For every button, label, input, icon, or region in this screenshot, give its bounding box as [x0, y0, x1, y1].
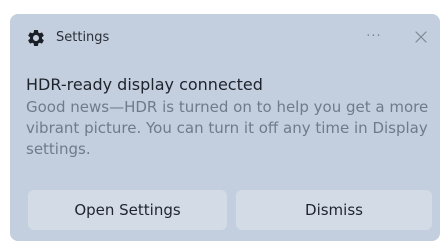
notification-toast: Settings ··· HDR-ready display connected…: [10, 14, 440, 241]
app-name: Settings: [56, 30, 110, 45]
dismiss-button[interactable]: Dismiss: [236, 190, 432, 230]
notification-headline: HDR-ready display connected: [26, 75, 263, 94]
notification-body: Good news—HDR is turned on to help you g…: [26, 98, 429, 158]
gear-icon: [28, 29, 44, 46]
close-icon[interactable]: [410, 26, 432, 48]
toast-header: Settings ···: [10, 14, 440, 58]
more-options-button[interactable]: ···: [362, 26, 386, 48]
open-settings-button[interactable]: Open Settings: [28, 190, 227, 230]
